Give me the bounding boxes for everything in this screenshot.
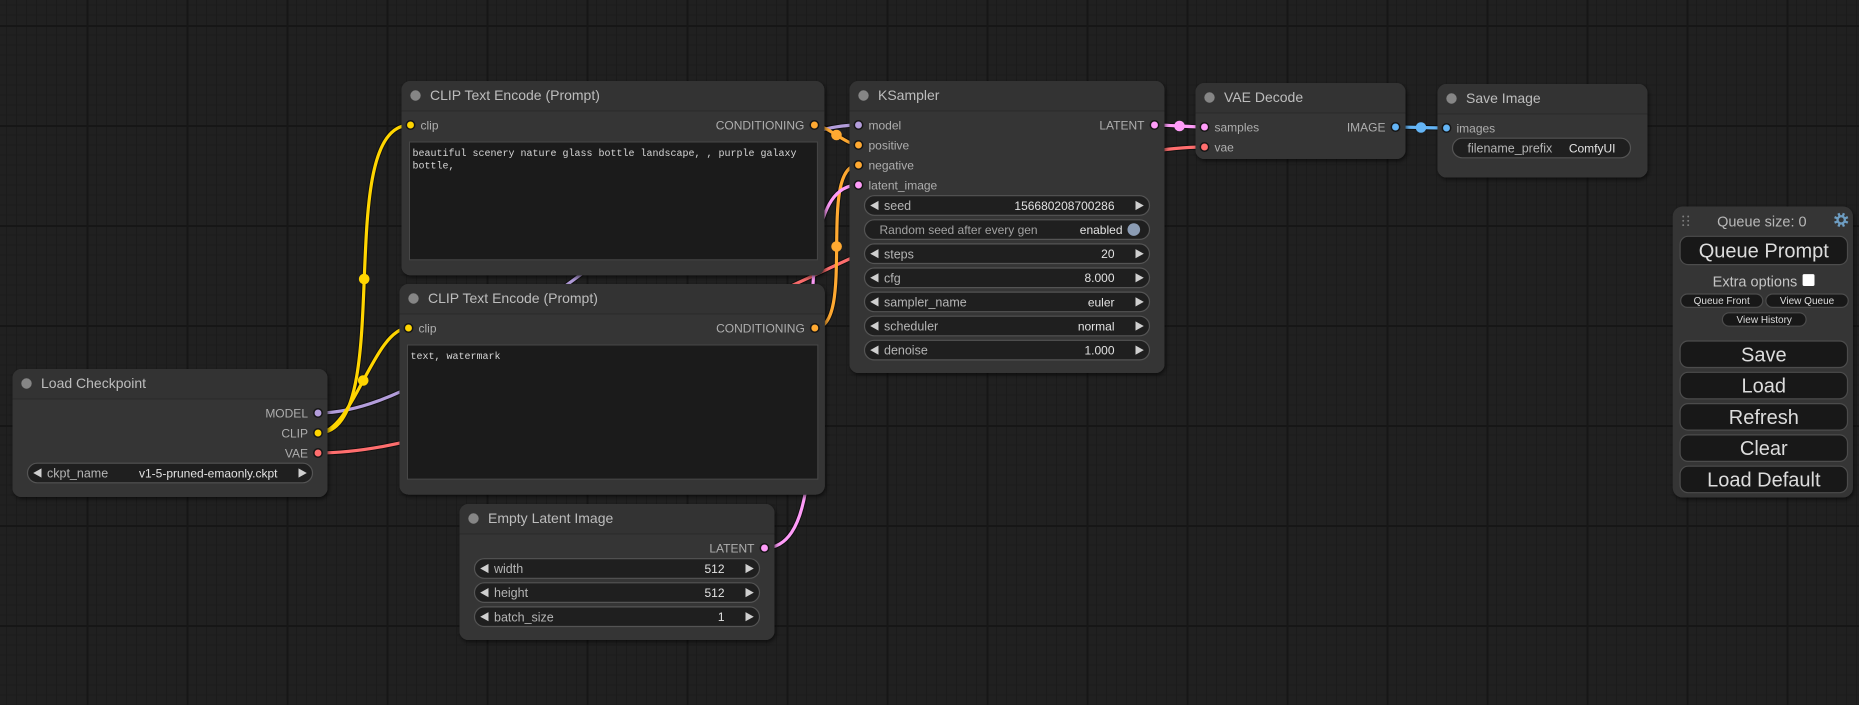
svg-text:cfg: cfg bbox=[884, 271, 901, 285]
svg-text:vae: vae bbox=[1215, 140, 1235, 154]
svg-text:normal: normal bbox=[1078, 319, 1115, 333]
svg-text:CLIP Text Encode (Prompt): CLIP Text Encode (Prompt) bbox=[430, 87, 600, 103]
svg-text:IMAGE: IMAGE bbox=[1347, 120, 1386, 134]
svg-text:KSampler: KSampler bbox=[878, 87, 940, 103]
svg-text:positive: positive bbox=[869, 138, 910, 152]
svg-text:Save Image: Save Image bbox=[1466, 90, 1541, 106]
svg-text:scheduler: scheduler bbox=[884, 320, 938, 334]
svg-text:enabled: enabled bbox=[1080, 223, 1123, 237]
svg-text:Queue Front: Queue Front bbox=[1694, 296, 1750, 307]
svg-text:Extra options: Extra options bbox=[1713, 274, 1798, 290]
svg-text:Empty Latent Image: Empty Latent Image bbox=[488, 510, 614, 526]
svg-text:euler: euler bbox=[1088, 295, 1115, 309]
svg-text:steps: steps bbox=[884, 247, 914, 261]
svg-text:512: 512 bbox=[704, 586, 724, 600]
svg-text:View Queue: View Queue bbox=[1780, 296, 1835, 307]
svg-text:Clear: Clear bbox=[1740, 438, 1788, 460]
svg-text:CLIP Text Encode (Prompt): CLIP Text Encode (Prompt) bbox=[428, 290, 598, 306]
svg-text:Queue Prompt: Queue Prompt bbox=[1699, 241, 1830, 263]
svg-text:clip: clip bbox=[421, 118, 439, 132]
svg-text:156680208700286: 156680208700286 bbox=[1014, 199, 1114, 213]
svg-text:Load: Load bbox=[1742, 376, 1787, 398]
svg-text:CONDITIONING: CONDITIONING bbox=[716, 118, 805, 132]
svg-text:latent_image: latent_image bbox=[869, 178, 938, 192]
svg-text:batch_size: batch_size bbox=[494, 610, 554, 624]
svg-text:Refresh: Refresh bbox=[1729, 407, 1799, 429]
svg-text:ckpt_name: ckpt_name bbox=[47, 467, 108, 481]
svg-text:filename_prefix: filename_prefix bbox=[1468, 142, 1554, 156]
svg-text:images: images bbox=[1457, 121, 1496, 135]
svg-text:negative: negative bbox=[869, 158, 915, 172]
svg-text:512: 512 bbox=[704, 562, 724, 576]
svg-text:8.000: 8.000 bbox=[1084, 271, 1114, 285]
svg-text:v1-5-pruned-emaonly.ckpt: v1-5-pruned-emaonly.ckpt bbox=[139, 466, 278, 480]
svg-text:width: width bbox=[493, 562, 523, 576]
svg-text:CONDITIONING: CONDITIONING bbox=[716, 321, 805, 335]
svg-text:model: model bbox=[869, 118, 902, 132]
svg-text:beautiful scenery nature glass: beautiful scenery nature glass bottle la… bbox=[413, 148, 797, 160]
svg-text:1: 1 bbox=[718, 610, 725, 624]
svg-text:1.000: 1.000 bbox=[1084, 344, 1114, 358]
svg-text:VAE: VAE bbox=[285, 446, 308, 460]
svg-text:Queue size: 0: Queue size: 0 bbox=[1717, 215, 1806, 231]
svg-text:height: height bbox=[494, 586, 529, 600]
svg-text:seed: seed bbox=[884, 199, 911, 213]
svg-text:Load Checkpoint: Load Checkpoint bbox=[41, 375, 146, 391]
svg-text:LATENT: LATENT bbox=[709, 541, 755, 555]
svg-text:clip: clip bbox=[419, 321, 437, 335]
svg-text:sampler_name: sampler_name bbox=[884, 296, 967, 310]
svg-text:Load Default: Load Default bbox=[1707, 470, 1821, 492]
svg-text:Random seed after every gen: Random seed after every gen bbox=[880, 223, 1038, 237]
svg-text:View History: View History bbox=[1737, 315, 1792, 326]
svg-text:ComfyUI: ComfyUI bbox=[1569, 141, 1616, 155]
svg-text:VAE Decode: VAE Decode bbox=[1224, 89, 1303, 105]
svg-text:denoise: denoise bbox=[884, 344, 928, 358]
svg-text:LATENT: LATENT bbox=[1099, 118, 1145, 132]
svg-text:samples: samples bbox=[1215, 120, 1260, 134]
svg-text:text, watermark: text, watermark bbox=[411, 351, 501, 363]
svg-text:Save: Save bbox=[1741, 344, 1787, 366]
svg-text:20: 20 bbox=[1101, 247, 1115, 261]
svg-text:CLIP: CLIP bbox=[281, 426, 308, 440]
svg-text:bottle,: bottle, bbox=[413, 161, 455, 173]
svg-text:MODEL: MODEL bbox=[265, 406, 308, 420]
